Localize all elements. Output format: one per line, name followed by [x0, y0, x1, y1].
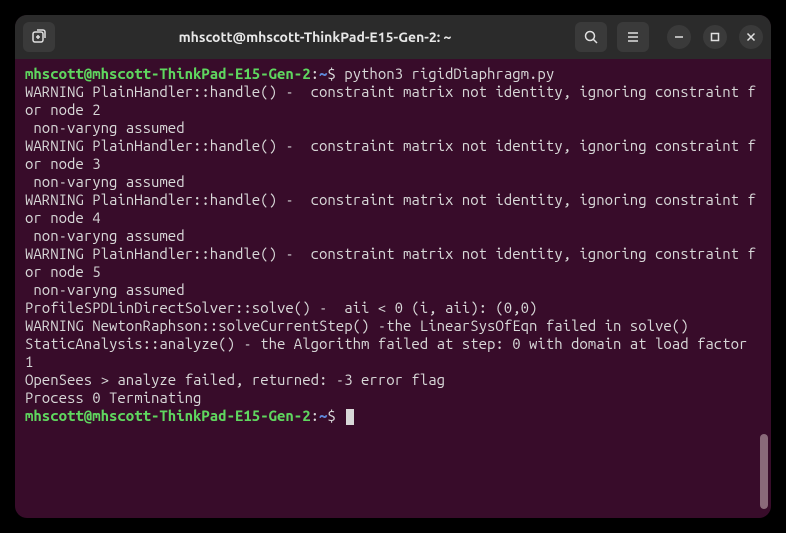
prompt-user: mhscott@mhscott-ThinkPad-E15-Gen-2 [25, 65, 311, 82]
titlebar-left [23, 22, 55, 52]
window-controls [667, 25, 763, 49]
search-button[interactable] [575, 22, 607, 52]
terminal-content[interactable]: mhscott@mhscott-ThinkPad-E15-Gen-2:~$ py… [15, 59, 771, 518]
window-title: mhscott@mhscott-ThinkPad-E15-Gen-2: ~ [55, 29, 575, 45]
close-button[interactable] [739, 25, 763, 49]
scrollbar[interactable] [760, 434, 768, 509]
output-line: non-varyng assumed [25, 173, 761, 191]
search-icon [583, 29, 599, 45]
minimize-icon [674, 32, 684, 42]
prompt-line-1: mhscott@mhscott-ThinkPad-E15-Gen-2:~$ py… [25, 65, 761, 83]
maximize-icon [710, 32, 720, 42]
titlebar-right [575, 22, 763, 52]
prompt-colon: : [311, 65, 319, 82]
output-line: WARNING PlainHandler::handle() - constra… [25, 83, 761, 119]
output-line: WARNING NewtonRaphson::solveCurrentStep(… [25, 317, 761, 335]
output-line: WARNING PlainHandler::handle() - constra… [25, 191, 761, 227]
output-line: StaticAnalysis::analyze() - the Algorith… [25, 335, 761, 371]
prompt-line-2: mhscott@mhscott-ThinkPad-E15-Gen-2:~$ [25, 407, 761, 425]
command-text: python3 rigidDiaphragm.py [344, 65, 554, 82]
output-line: non-varyng assumed [25, 281, 761, 299]
prompt-colon: : [311, 407, 319, 424]
output-line: WARNING PlainHandler::handle() - constra… [25, 245, 761, 281]
prompt-dollar: $ [327, 65, 344, 82]
output-line: WARNING PlainHandler::handle() - constra… [25, 137, 761, 173]
cursor [346, 409, 354, 425]
output-line: non-varyng assumed [25, 119, 761, 137]
new-tab-button[interactable] [23, 22, 55, 52]
hamburger-icon [625, 29, 641, 45]
terminal-window: mhscott@mhscott-ThinkPad-E15-Gen-2: ~ [15, 15, 771, 518]
maximize-button[interactable] [703, 25, 727, 49]
prompt-dollar: $ [327, 407, 344, 424]
menu-button[interactable] [617, 22, 649, 52]
output-line: Process 0 Terminating [25, 389, 761, 407]
output-line: non-varyng assumed [25, 227, 761, 245]
titlebar: mhscott@mhscott-ThinkPad-E15-Gen-2: ~ [15, 15, 771, 59]
new-tab-icon [31, 29, 47, 45]
prompt-user: mhscott@mhscott-ThinkPad-E15-Gen-2 [25, 407, 311, 424]
minimize-button[interactable] [667, 25, 691, 49]
output-line: ProfileSPDLinDirectSolver::solve() - aii… [25, 299, 761, 317]
close-icon [746, 32, 756, 42]
output-line: OpenSees > analyze failed, returned: -3 … [25, 371, 761, 389]
